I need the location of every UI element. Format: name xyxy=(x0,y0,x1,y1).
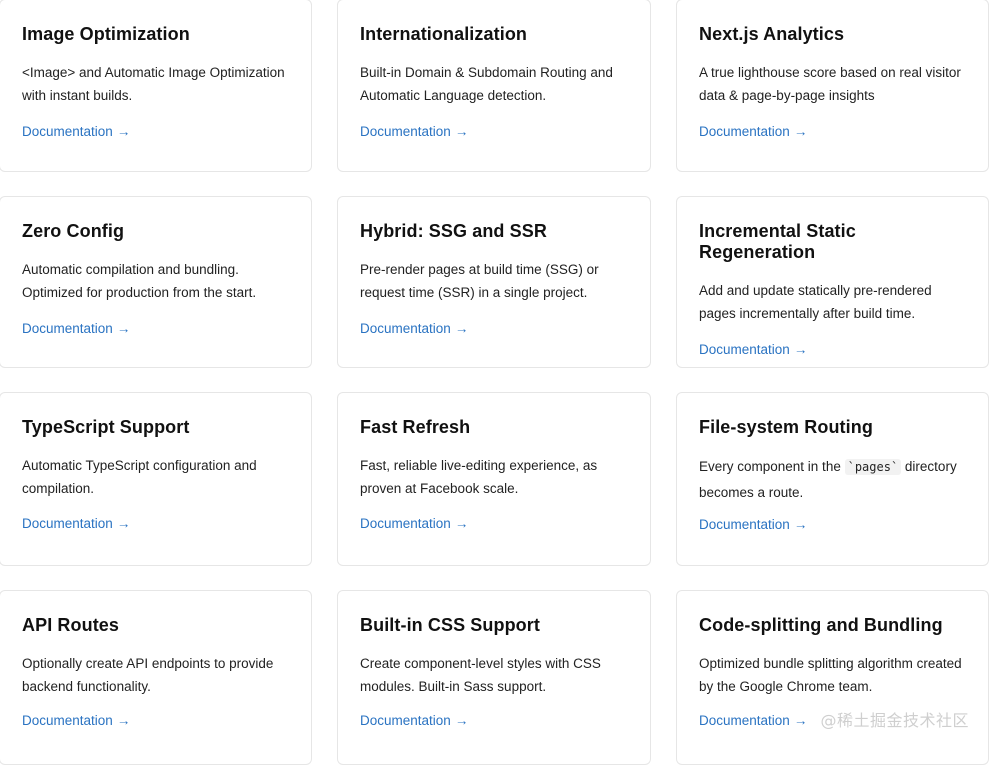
arrow-right-icon: → xyxy=(793,517,808,532)
documentation-link-label: Documentation xyxy=(699,342,790,357)
documentation-link[interactable]: Documentation → xyxy=(22,516,130,531)
card-description: A true lighthouse score based on real vi… xyxy=(699,65,961,103)
arrow-right-icon: → xyxy=(116,516,131,531)
feature-card-file-system-routing: File-system Routing Every component in t… xyxy=(676,392,989,566)
documentation-link[interactable]: Documentation → xyxy=(22,713,130,728)
arrow-right-icon: → xyxy=(454,713,469,728)
card-description: Pre-render pages at build time (SSG) or … xyxy=(360,262,599,300)
card-description: Every component in the `pages` directory… xyxy=(699,459,957,500)
card-title: File-system Routing xyxy=(699,417,873,437)
arrow-right-icon: → xyxy=(793,342,808,357)
documentation-link[interactable]: Documentation → xyxy=(699,124,807,139)
feature-card-image-optimization: Image Optimization <Image> and Automatic… xyxy=(0,0,312,172)
card-description: Automatic TypeScript configuration and c… xyxy=(22,458,257,496)
documentation-link[interactable]: Documentation → xyxy=(22,124,130,139)
arrow-right-icon: → xyxy=(793,713,808,728)
watermark: @稀土掘金技术社区 xyxy=(820,711,969,730)
card-description: Fast, reliable live-editing experience, … xyxy=(360,458,598,496)
card-title: Code-splitting and Bundling xyxy=(699,615,943,635)
features-grid: Image Optimization <Image> and Automatic… xyxy=(0,0,989,765)
card-description: Optimized bundle splitting algorithm cre… xyxy=(699,656,962,694)
card-description: Create component-level styles with CSS m… xyxy=(360,656,601,694)
arrow-right-icon: → xyxy=(793,124,808,139)
documentation-link-label: Documentation xyxy=(699,517,790,532)
feature-card-nextjs-analytics: Next.js Analytics A true lighthouse scor… xyxy=(676,0,989,172)
card-title: Hybrid: SSG and SSR xyxy=(360,221,547,241)
card-description: Automatic compilation and bundling. Opti… xyxy=(22,262,257,300)
card-title: Incremental Static Regeneration xyxy=(699,221,856,262)
feature-card-incremental-static-regeneration: Incremental Static Regeneration Add and … xyxy=(676,196,989,368)
feature-card-typescript-support: TypeScript Support Automatic TypeScript … xyxy=(0,392,312,566)
documentation-link-label: Documentation xyxy=(360,321,451,336)
documentation-link[interactable]: Documentation → xyxy=(699,517,807,532)
arrow-right-icon: → xyxy=(116,713,131,728)
card-title: Internationalization xyxy=(360,24,528,44)
inline-code: `pages` xyxy=(844,459,902,475)
documentation-link[interactable]: Documentation → xyxy=(22,321,130,336)
documentation-link[interactable]: Documentation → xyxy=(699,342,807,357)
documentation-link[interactable]: Documentation → xyxy=(360,713,468,728)
documentation-link[interactable]: Documentation → xyxy=(699,713,807,728)
arrow-right-icon: → xyxy=(454,124,469,139)
feature-card-built-in-css-support: Built-in CSS Support Create component-le… xyxy=(337,590,651,765)
documentation-link-label: Documentation xyxy=(360,713,451,728)
arrow-right-icon: → xyxy=(454,321,469,336)
documentation-link-label: Documentation xyxy=(699,124,790,139)
arrow-right-icon: → xyxy=(116,321,131,336)
card-description: <Image> and Automatic Image Optimization… xyxy=(22,65,285,103)
card-description: Add and update statically pre-rendered p… xyxy=(699,283,932,321)
card-description: Optionally create API endpoints to provi… xyxy=(22,656,274,694)
card-title: Next.js Analytics xyxy=(699,24,845,44)
arrow-right-icon: → xyxy=(454,516,469,531)
documentation-link[interactable]: Documentation → xyxy=(360,124,468,139)
card-title: Zero Config xyxy=(22,221,125,241)
documentation-link[interactable]: Documentation → xyxy=(360,321,468,336)
card-title: Built-in CSS Support xyxy=(360,615,540,635)
feature-card-internationalization: Internationalization Built-in Domain & S… xyxy=(337,0,651,172)
card-title: TypeScript Support xyxy=(22,417,190,437)
card-description: Built-in Domain & Subdomain Routing and … xyxy=(360,65,613,103)
documentation-link-label: Documentation xyxy=(699,713,790,728)
arrow-right-icon: → xyxy=(116,124,131,139)
feature-card-api-routes: API Routes Optionally create API endpoin… xyxy=(0,590,312,765)
feature-card-hybrid-ssg-ssr: Hybrid: SSG and SSR Pre-render pages at … xyxy=(337,196,651,368)
feature-card-zero-config: Zero Config Automatic compilation and bu… xyxy=(0,196,312,368)
feature-card-code-splitting-bundling: Code-splitting and Bundling Optimized bu… xyxy=(676,590,989,765)
card-title: Fast Refresh xyxy=(360,417,471,437)
documentation-link-label: Documentation xyxy=(22,713,113,728)
documentation-link-label: Documentation xyxy=(22,516,113,531)
documentation-link-label: Documentation xyxy=(360,124,451,139)
card-title: Image Optimization xyxy=(22,24,190,44)
documentation-link[interactable]: Documentation → xyxy=(360,516,468,531)
card-title: API Routes xyxy=(22,615,120,635)
documentation-link-label: Documentation xyxy=(360,516,451,531)
documentation-link-label: Documentation xyxy=(22,124,113,139)
documentation-link-label: Documentation xyxy=(22,321,113,336)
feature-card-fast-refresh: Fast Refresh Fast, reliable live-editing… xyxy=(337,392,651,566)
